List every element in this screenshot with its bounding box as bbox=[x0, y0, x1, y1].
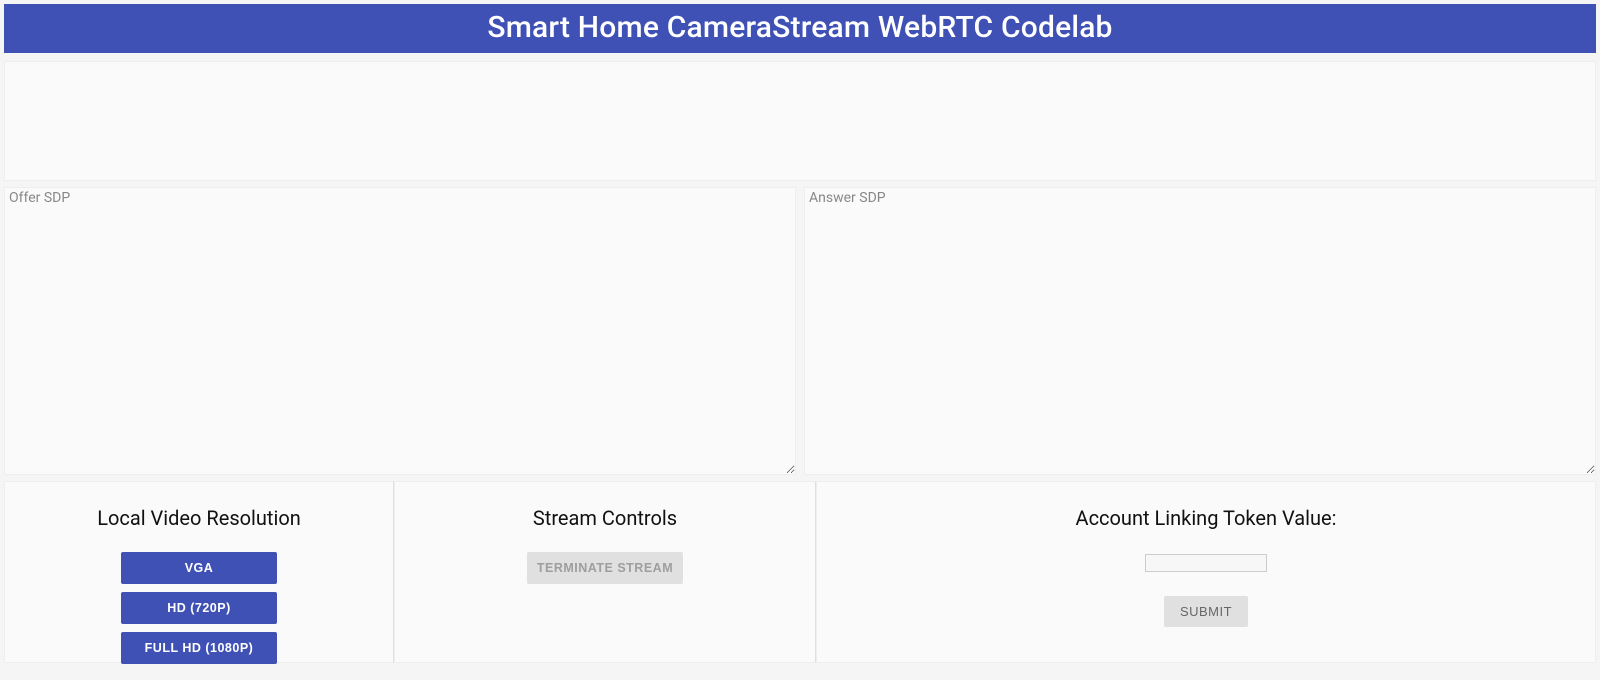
vga-button[interactable]: VGA bbox=[121, 552, 277, 584]
terminate-stream-button[interactable]: TERMINATE STREAM bbox=[527, 552, 683, 584]
full-hd-1080p-button[interactable]: FULL HD (1080P) bbox=[121, 632, 277, 664]
controls-row: Local Video Resolution VGA HD (720P) FUL… bbox=[4, 481, 1596, 663]
account-linking-panel: Account Linking Token Value: SUBMIT bbox=[816, 481, 1596, 663]
hd-720p-button[interactable]: HD (720P) bbox=[121, 592, 277, 624]
stream-controls-title: Stream Controls bbox=[395, 506, 815, 530]
video-area bbox=[4, 61, 1596, 181]
token-input[interactable] bbox=[1145, 554, 1267, 572]
page-title: Smart Home CameraStream WebRTC Codelab bbox=[4, 10, 1596, 45]
stream-controls-panel: Stream Controls TERMINATE STREAM bbox=[394, 481, 816, 663]
page-header: Smart Home CameraStream WebRTC Codelab bbox=[4, 4, 1596, 53]
answer-sdp-textarea[interactable] bbox=[804, 187, 1596, 475]
resolution-title: Local Video Resolution bbox=[5, 506, 393, 530]
account-linking-title: Account Linking Token Value: bbox=[817, 506, 1595, 530]
submit-button[interactable]: SUBMIT bbox=[1164, 596, 1248, 627]
sdp-row bbox=[4, 187, 1596, 475]
offer-sdp-textarea[interactable] bbox=[4, 187, 796, 475]
resolution-panel: Local Video Resolution VGA HD (720P) FUL… bbox=[4, 481, 394, 663]
